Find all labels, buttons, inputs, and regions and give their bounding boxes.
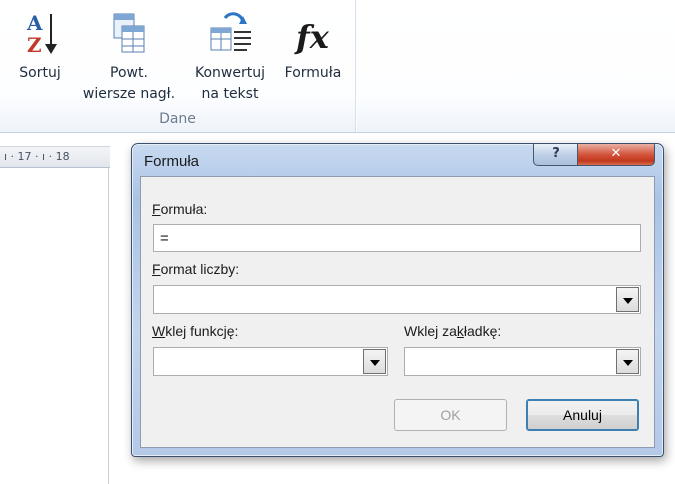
ribbon: A Z Sortuj Powt. wiersze nagł. Konwertuj…: [0, 0, 675, 133]
convert-to-text-icon: [210, 12, 251, 51]
dialog-client-area: Formuła: = Format liczby: Wklej funkcję:…: [140, 176, 655, 448]
formula-field-label: Formuła:: [152, 201, 208, 217]
help-icon: ?: [552, 146, 560, 161]
close-icon: ✕: [610, 146, 622, 161]
formula-fx-icon: fx: [294, 18, 330, 56]
repeat-header-rows-icon: [113, 13, 145, 53]
group-label-data: Dane: [159, 111, 196, 127]
help-button[interactable]: ?: [533, 144, 579, 166]
svg-text:Z: Z: [27, 33, 42, 57]
formula-input[interactable]: =: [153, 224, 641, 252]
ruler-ticks: ı · 17 · ı · 18: [4, 150, 70, 163]
paste-function-label: Wklej funkcję:: [152, 323, 239, 339]
svg-text:fx: fx: [294, 18, 330, 56]
svg-text:A: A: [26, 11, 43, 35]
repeat-header-rows-label-line1: Powt.: [110, 65, 148, 81]
dialog-title: Formuła: [144, 153, 200, 170]
chevron-down-icon[interactable]: [616, 287, 639, 312]
sort-az-icon: A Z: [26, 11, 57, 57]
page-edge: [108, 168, 109, 484]
sort-label: Sortuj: [19, 65, 61, 81]
formula-label: Formuła: [284, 65, 342, 81]
paste-function-combobox[interactable]: [153, 347, 388, 376]
ribbon-group-separator-highlight: [356, 0, 357, 132]
ok-button[interactable]: OK: [394, 399, 507, 431]
paste-bookmark-label: Wklej zakładkę:: [404, 323, 502, 339]
close-button[interactable]: ✕: [577, 144, 655, 166]
convert-to-text-label-line1: Konwertuj: [195, 65, 265, 81]
chevron-down-icon[interactable]: [616, 349, 639, 374]
number-format-combobox[interactable]: [153, 285, 641, 314]
number-format-label: Format liczby:: [152, 261, 240, 277]
convert-to-text-label-line2: na tekst: [201, 86, 259, 102]
formula-dialog: Formuła ? ✕ Formuła: = Format liczby: Wk…: [131, 143, 664, 457]
repeat-header-rows-label-line2: wiersze nagł.: [82, 86, 176, 102]
horizontal-ruler[interactable]: ı · 17 · ı · 18: [0, 146, 110, 168]
paste-bookmark-combobox[interactable]: [404, 347, 641, 376]
chevron-down-icon[interactable]: [363, 349, 386, 374]
cancel-button[interactable]: Anuluj: [526, 399, 639, 431]
